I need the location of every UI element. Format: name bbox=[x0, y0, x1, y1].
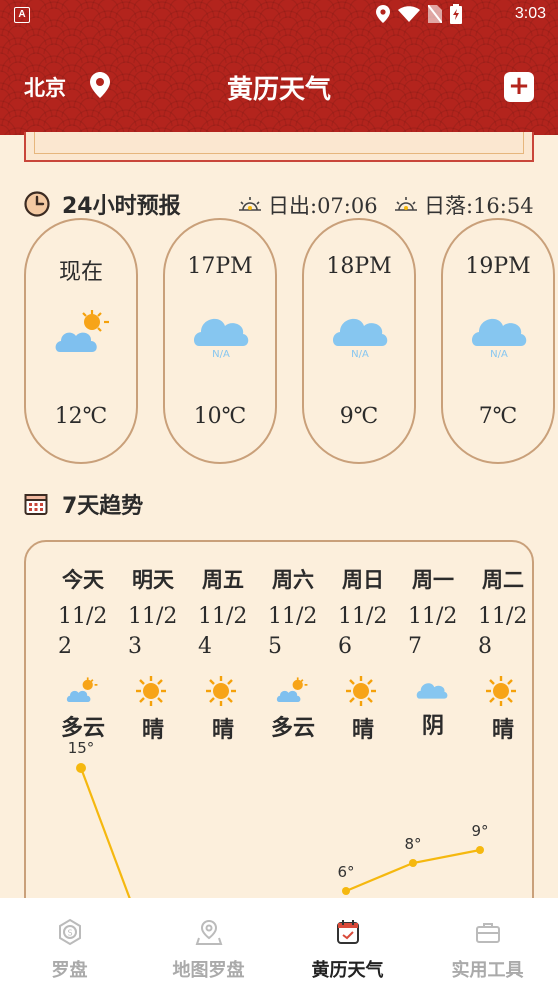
hour-label: 17PM bbox=[187, 254, 253, 279]
trend-point-6 bbox=[476, 846, 484, 854]
tab-tools[interactable]: 实用工具 bbox=[418, 918, 557, 982]
compass-icon: S bbox=[58, 918, 81, 946]
trend-label-6: 9° bbox=[471, 822, 488, 840]
page-title: 黄历天气 bbox=[226, 75, 331, 105]
tab-map-compass[interactable]: 地图罗盘 bbox=[139, 918, 278, 982]
hour-temp: 9℃ bbox=[339, 404, 379, 429]
toolbox-icon bbox=[475, 923, 500, 943]
hour-temp: 10℃ bbox=[193, 404, 247, 429]
hour-temp: 7℃ bbox=[478, 404, 518, 429]
status-bar: A 3:03 bbox=[0, 0, 558, 30]
app-notification-icon: A bbox=[14, 7, 30, 23]
hour-label: 19PM bbox=[465, 254, 531, 279]
sunrise-info: 日出:07:06 bbox=[238, 190, 378, 220]
clock: 3:03 bbox=[514, 5, 546, 22]
no-sim-icon bbox=[428, 5, 442, 23]
tab-label: 实用工具 bbox=[451, 960, 524, 981]
tab-label: 黄历天气 bbox=[311, 960, 384, 981]
clock-icon bbox=[24, 191, 50, 217]
hourly-card-now: 现在 12℃ bbox=[24, 218, 138, 464]
trend-section-header: 7天趋势 bbox=[24, 488, 143, 520]
tab-compass[interactable]: S 罗盘 bbox=[0, 918, 139, 982]
location-status-icon bbox=[376, 5, 390, 23]
hourly-card-19pm: 19PM N/A 7℃ bbox=[441, 218, 555, 464]
svg-text:S: S bbox=[67, 929, 72, 938]
hourly-card-18pm: 18PM N/A 9℃ bbox=[302, 218, 416, 464]
sunset-icon bbox=[395, 197, 417, 211]
add-city-button[interactable]: + bbox=[504, 72, 534, 102]
trend-point-4 bbox=[342, 887, 350, 895]
calendar-check-icon bbox=[336, 920, 359, 944]
sunset-text: 日落:16:54 bbox=[424, 194, 534, 218]
svg-text:N/A: N/A bbox=[490, 349, 508, 358]
hourly-section-header: 24小时预报 bbox=[24, 188, 181, 220]
calendar-icon bbox=[24, 494, 48, 515]
tab-almanac-weather[interactable]: 黄历天气 bbox=[278, 918, 417, 982]
wifi-icon bbox=[398, 6, 420, 22]
battery-icon bbox=[450, 4, 462, 24]
cloud-na-icon: N/A bbox=[332, 318, 388, 358]
hour-label: 18PM bbox=[326, 254, 392, 279]
cloud-na-icon: N/A bbox=[471, 318, 527, 358]
svg-text:N/A: N/A bbox=[351, 349, 369, 358]
tab-label: 罗盘 bbox=[51, 960, 88, 981]
sunrise-text: 日出:07:06 bbox=[268, 194, 378, 218]
cloud-na-icon: N/A bbox=[193, 318, 249, 358]
trend-label-5: 8° bbox=[404, 835, 421, 853]
seven-day-trend-card[interactable]: 今天 11/22 多云 明天 11/23 晴 周五 11/24 晴 周六 11/… bbox=[24, 540, 534, 920]
svg-text:N/A: N/A bbox=[212, 349, 230, 358]
temperature-trend-chart: 15° 6° 8° 9° bbox=[68, 739, 489, 918]
hourly-section-title: 24小时预报 bbox=[62, 194, 181, 219]
sunset-info: 日落:16:54 bbox=[394, 190, 534, 220]
trend-point-0 bbox=[76, 763, 86, 773]
sunrise-icon bbox=[239, 197, 261, 211]
almanac-banner-frame bbox=[24, 132, 534, 162]
app-header: A 3:03 北京 黄历天气 + bbox=[0, 0, 558, 135]
trend-section-title: 7天趋势 bbox=[62, 494, 144, 519]
trend-point-5 bbox=[409, 859, 417, 867]
trend-label-4: 6° bbox=[337, 863, 354, 881]
bottom-tab-bar: S 罗盘 地图罗盘 黄历天气 实用工具 bbox=[0, 898, 558, 992]
tab-label: 地图罗盘 bbox=[172, 960, 245, 981]
hourly-card-17pm: 17PM N/A 10℃ bbox=[163, 218, 277, 464]
map-pin-icon bbox=[195, 919, 222, 945]
hour-label: 现在 bbox=[58, 260, 103, 285]
hour-temp: 12℃ bbox=[54, 404, 108, 429]
trend-label-0: 15° bbox=[68, 739, 95, 757]
partly-cloudy-icon bbox=[55, 310, 109, 352]
